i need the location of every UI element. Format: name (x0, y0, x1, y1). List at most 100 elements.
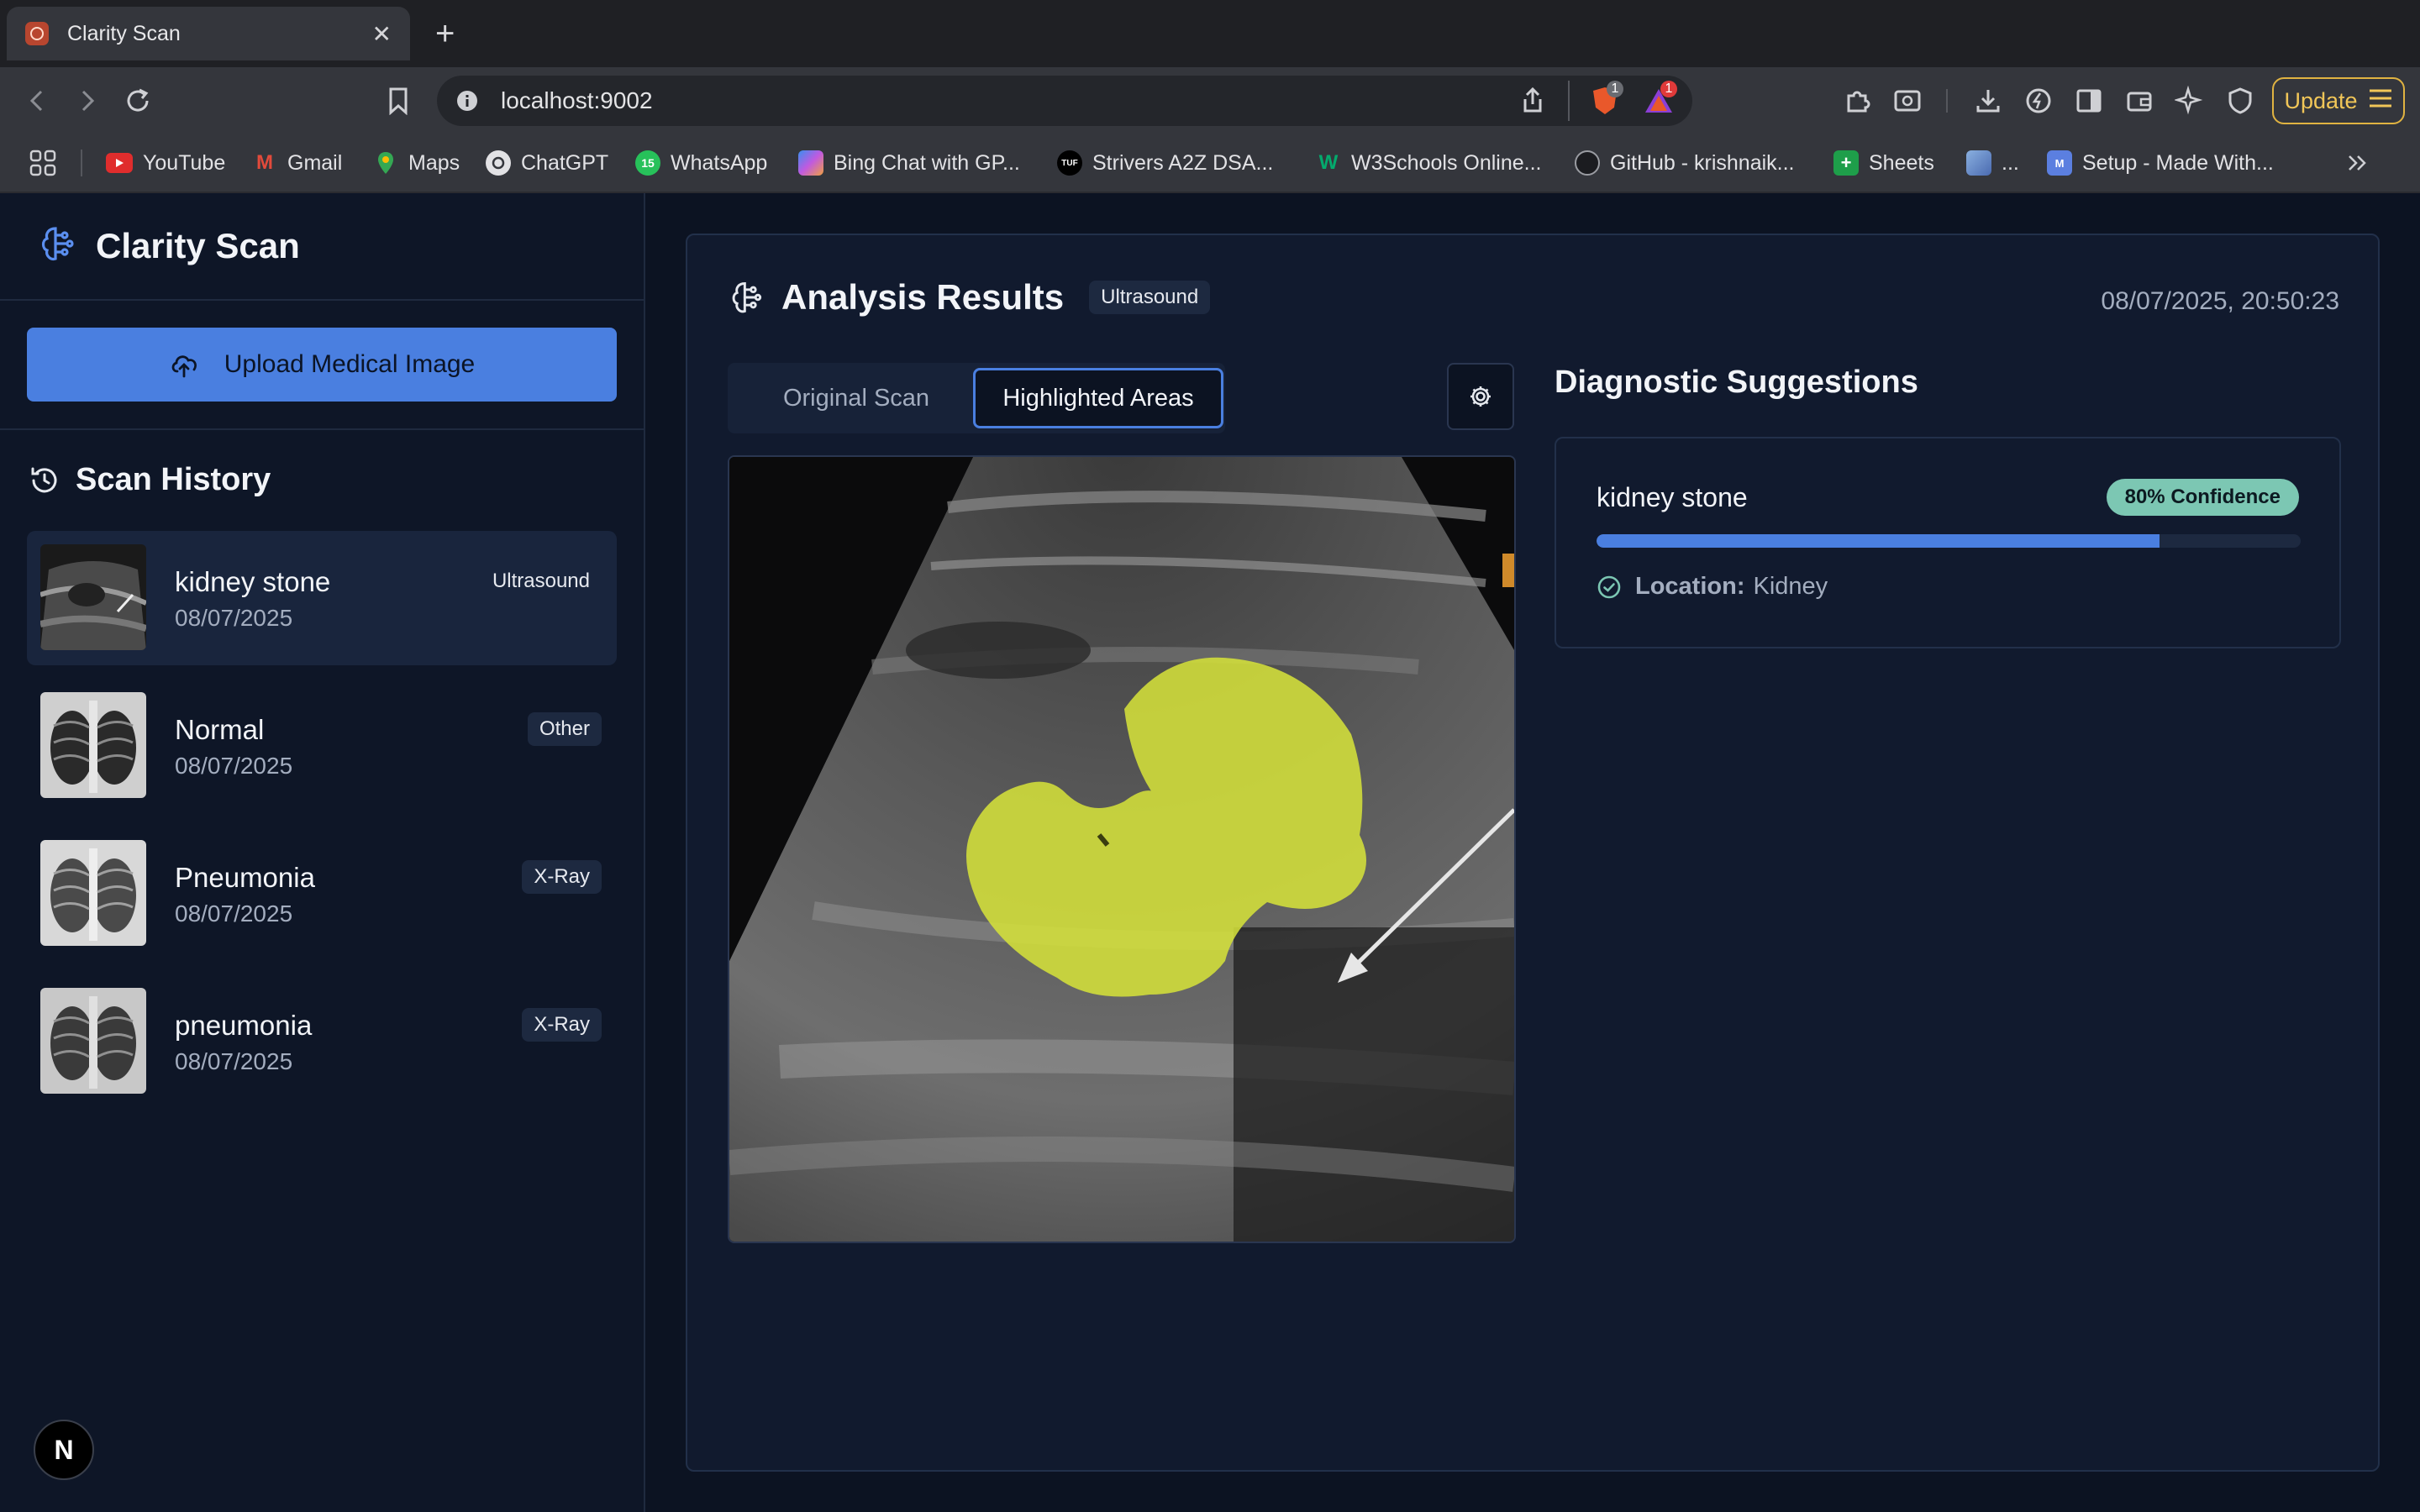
sidebar: Clarity Scan Upload Medical Image Scan H… (0, 193, 645, 1512)
more-bookmarks-icon[interactable] (2346, 146, 2368, 180)
brave-rewards-icon[interactable]: 1 (1642, 81, 1677, 118)
brand-name: Clarity Scan (96, 225, 300, 265)
history-item-date: 08/07/2025 (175, 605, 293, 631)
bookmark-whatsapp[interactable]: 15 WhatsApp (635, 146, 767, 180)
upload-label: Upload Medical Image (224, 350, 476, 378)
bookmark-bing-chat[interactable]: Bing Chat with GP... (798, 146, 1020, 180)
history-item[interactable]: Pneumonia 08/07/2025 X-Ray (27, 827, 617, 961)
tab-close-icon[interactable]: ✕ (372, 20, 392, 48)
extensions-icon[interactable] (1840, 84, 1874, 118)
browser-tabstrip: Clarity Scan ✕ + (0, 0, 2420, 67)
app-favicon-icon (25, 22, 49, 45)
reload-icon[interactable] (121, 84, 155, 118)
bookmark-label: GitHub - krishnaik... (1610, 150, 1795, 175)
xray-thumbnail (40, 692, 146, 798)
gear-icon (1468, 384, 1493, 409)
forward-icon[interactable] (71, 84, 104, 118)
results-timestamp: 08/07/2025, 20:50:23 (2101, 287, 2339, 315)
divider (0, 428, 644, 430)
history-item-date: 08/07/2025 (175, 1048, 293, 1074)
upload-button[interactable]: Upload Medical Image (27, 328, 617, 402)
new-tab-icon[interactable]: + (435, 13, 455, 54)
browser-tab[interactable]: Clarity Scan ✕ (7, 7, 410, 60)
downloads-icon[interactable] (1971, 84, 2005, 118)
xray-thumbnail (40, 988, 146, 1094)
reader-mode-icon[interactable] (1891, 84, 1924, 118)
bookmark-label: ... (2002, 150, 2019, 175)
bookmark-label: W3Schools Online... (1351, 150, 1542, 175)
tab-highlighted-areas[interactable]: Highlighted Areas (973, 368, 1223, 428)
omnibox-divider (1568, 81, 1570, 121)
results-header: Analysis Results Ultrasound (729, 277, 1211, 318)
bookmark-sheets[interactable]: + Sheets (1833, 146, 1934, 180)
sheets-icon: + (1833, 150, 1859, 176)
ultrasound-thumbnail (40, 544, 146, 650)
bookmark-github[interactable]: GitHub - krishnaik... (1575, 146, 1795, 180)
bookmark-label: WhatsApp (671, 150, 768, 175)
diagnostics-title: Diagnostic Suggestions (1555, 365, 1918, 400)
bookmarks-divider (81, 150, 82, 176)
vpn-shield-icon[interactable] (2223, 84, 2257, 118)
bookmark-label: Gmail (287, 150, 343, 175)
back-icon[interactable] (20, 84, 54, 118)
brand[interactable]: Clarity Scan (39, 223, 300, 268)
bookmark-strivers[interactable]: TUF Strivers A2Z DSA... (1057, 146, 1273, 180)
brave-shields-icon[interactable]: 1 (1588, 81, 1623, 118)
results-title: Analysis Results (781, 277, 1065, 317)
cloud-upload-icon (169, 351, 199, 378)
bookmark-youtube[interactable]: YouTube (106, 146, 225, 180)
location-label: Location: (1635, 573, 1745, 600)
history-item-type-badge: X-Ray (522, 1008, 602, 1042)
history-item-name: pneumonia (175, 1010, 313, 1041)
copilot-icon (798, 150, 823, 176)
check-circle-icon (1597, 575, 1622, 600)
speedreader-icon[interactable] (2022, 84, 2055, 118)
history-item-date: 08/07/2025 (175, 900, 293, 927)
xray-thumbnail (40, 840, 146, 946)
share-icon[interactable] (1519, 86, 1546, 120)
tab-original-scan[interactable]: Original Scan (734, 368, 978, 428)
divider (0, 299, 644, 301)
update-button[interactable]: Update (2272, 77, 2405, 124)
nextjs-devtools-button[interactable]: N (34, 1420, 94, 1480)
toolbar-divider (1946, 89, 1948, 113)
history-item[interactable]: pneumonia 08/07/2025 X-Ray (27, 974, 617, 1109)
history-item-type-badge: Other (527, 712, 602, 746)
bookmark-icon[interactable] (381, 84, 415, 118)
bookmark-label: Maps (408, 150, 460, 175)
bookmark-w3schools[interactable]: W W3Schools Online... (1316, 146, 1542, 180)
bookmark-misc[interactable]: ... (1966, 146, 2019, 180)
image-bookmark-icon (1966, 150, 1991, 176)
history-item-type-badge: X-Ray (522, 860, 602, 894)
highlighted-scan-image[interactable] (728, 455, 1516, 1243)
gmail-icon: M (256, 151, 273, 174)
history-item-date: 08/07/2025 (175, 753, 293, 779)
site-info-icon[interactable] (452, 86, 482, 116)
bookmark-maps[interactable]: Maps (373, 146, 460, 180)
bookmark-gmail[interactable]: M Gmail (252, 146, 342, 180)
bookmark-label: YouTube (143, 150, 226, 175)
confidence-badge: 80% Confidence (2106, 479, 2299, 516)
analysis-results-card: Analysis Results Ultrasound 08/07/2025, … (686, 234, 2380, 1472)
confidence-progress-bar (1597, 534, 2301, 548)
made-with-icon: M (2047, 150, 2072, 176)
leo-ai-icon[interactable] (2173, 84, 2207, 118)
tuf-icon: TUF (1057, 150, 1082, 176)
bookmark-label: Strivers A2Z DSA... (1092, 150, 1274, 175)
wallet-icon[interactable] (2123, 84, 2156, 118)
history-item[interactable]: kidney stone 08/07/2025 Ultrasound (27, 531, 617, 665)
confidence-progress-fill (1597, 534, 2160, 548)
bookmark-chatgpt[interactable]: ChatGPT (486, 146, 608, 180)
sidebar-toggle-icon[interactable] (2072, 84, 2106, 118)
app-root: Clarity Scan Upload Medical Image Scan H… (0, 193, 2420, 1512)
history-item-name: Normal (175, 714, 265, 745)
history-item[interactable]: Normal 08/07/2025 Other (27, 679, 617, 813)
tab-title: Clarity Scan (67, 21, 181, 45)
update-label: Update (2284, 87, 2358, 113)
settings-button[interactable] (1447, 363, 1514, 430)
apps-grid-icon[interactable] (29, 146, 57, 180)
view-tabs: Original Scan Highlighted Areas (728, 363, 1225, 433)
address-bar[interactable]: localhost:9002 1 1 (437, 76, 1692, 126)
bookmark-setup[interactable]: M Setup - Made With... (2047, 146, 2274, 180)
rewards-count-badge: 1 (1660, 81, 1677, 97)
